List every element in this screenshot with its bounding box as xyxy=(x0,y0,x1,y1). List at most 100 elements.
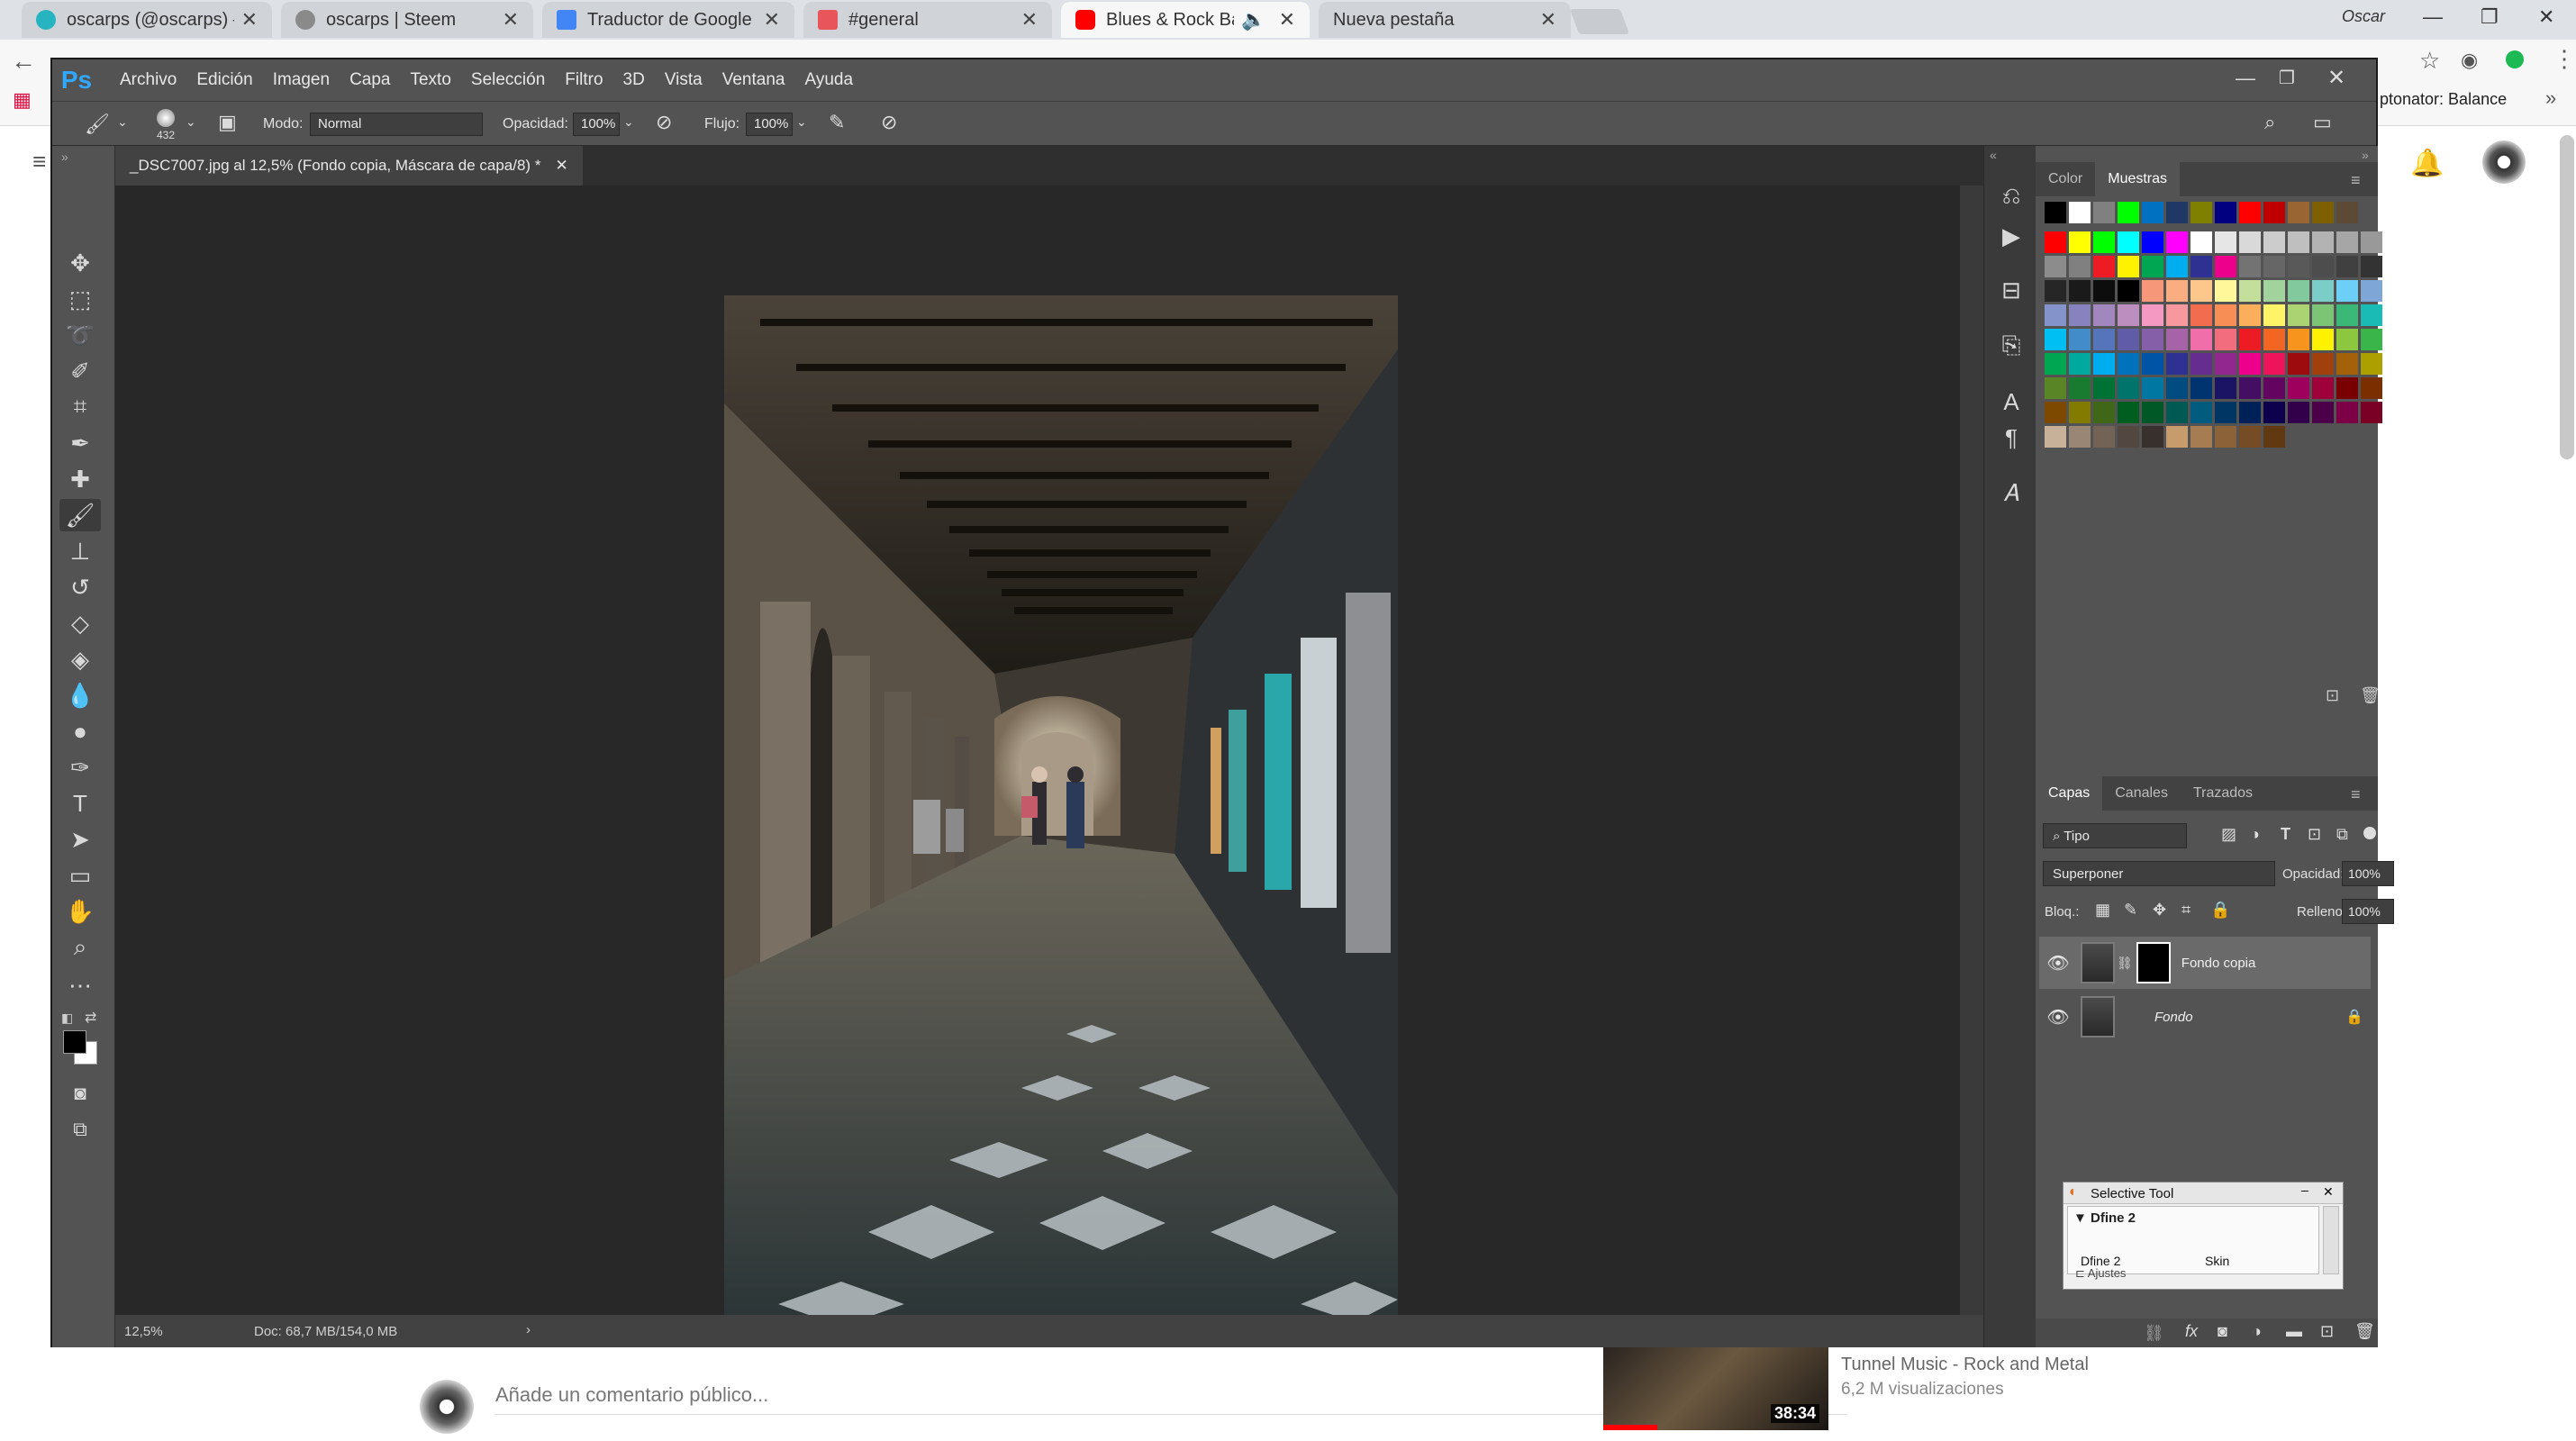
swatch[interactable] xyxy=(2118,353,2139,375)
ajustes-label[interactable]: ⊏ Ajustes xyxy=(2075,1266,2126,1281)
history-brush-tool-icon[interactable]: ↺ xyxy=(59,571,101,603)
quick-mask-icon[interactable]: ◙ xyxy=(59,1077,101,1110)
tab-canales[interactable]: Canales xyxy=(2102,776,2181,811)
swatch[interactable] xyxy=(2069,353,2091,375)
swatch[interactable] xyxy=(2263,426,2285,448)
minimize-icon[interactable]: — xyxy=(2423,5,2443,29)
swatch[interactable] xyxy=(2288,202,2309,223)
mode-select[interactable]: Normal xyxy=(310,113,483,136)
profile-label[interactable]: Oscar xyxy=(2342,7,2385,26)
pressure-size-icon[interactable]: ⊘ xyxy=(881,111,897,134)
swatch[interactable] xyxy=(2142,426,2163,448)
close-icon[interactable]: ✕ xyxy=(555,157,567,175)
swatch[interactable] xyxy=(2263,377,2285,399)
user-avatar[interactable] xyxy=(2482,140,2526,184)
notification-bell-icon[interactable]: 🔔 xyxy=(2410,148,2444,179)
swatch[interactable] xyxy=(2239,426,2261,448)
browser-tab[interactable]: Traductor de Google ✕ xyxy=(542,2,794,38)
swatch[interactable] xyxy=(2191,256,2212,277)
selective-titlebar[interactable]: ◐ Selective Tool – ✕ xyxy=(2064,1183,2343,1204)
stamp-tool-icon[interactable]: ⊥ xyxy=(59,535,101,567)
swatch[interactable] xyxy=(2093,256,2115,277)
swatch[interactable] xyxy=(2166,304,2188,326)
close-icon[interactable]: ✕ xyxy=(1279,8,1295,32)
menu-dots-icon[interactable]: ⋮ xyxy=(2553,45,2576,73)
browser-tab[interactable]: oscarps (@oscarps) — St ✕ xyxy=(22,2,272,38)
swatch[interactable] xyxy=(2142,304,2163,326)
swatch[interactable] xyxy=(2288,353,2309,375)
close-icon[interactable]: ✕ xyxy=(2323,1184,2334,1200)
swatch[interactable] xyxy=(2166,426,2188,448)
swatch[interactable] xyxy=(2045,280,2066,302)
layer-row-fondo[interactable]: 👁 Fondo 🔒 xyxy=(2039,991,2371,1043)
swatch[interactable] xyxy=(2093,426,2115,448)
pressure-opacity-icon[interactable]: ⊘ xyxy=(656,111,672,134)
close-icon[interactable]: ✕ xyxy=(503,8,519,32)
swatch[interactable] xyxy=(2142,202,2163,223)
panel-menu-icon[interactable]: ≡ xyxy=(2351,785,2361,804)
layer-name[interactable]: Fondo copia xyxy=(2181,956,2256,971)
swatch[interactable] xyxy=(2288,402,2309,423)
chevron-down-icon[interactable]: ⌄ xyxy=(117,114,128,130)
menu-vista[interactable]: Vista xyxy=(655,70,712,90)
swatch[interactable] xyxy=(2093,280,2115,302)
swatch[interactable] xyxy=(2361,280,2382,302)
swatch[interactable] xyxy=(2263,202,2285,223)
collapse-icon[interactable]: » xyxy=(2362,148,2369,162)
swatch[interactable] xyxy=(2288,329,2309,350)
swatch[interactable] xyxy=(2045,402,2066,423)
layer-filter-select[interactable]: ⌕ Tipo xyxy=(2043,823,2187,848)
swatch[interactable] xyxy=(2215,202,2236,223)
ps-close-icon[interactable]: ✕ xyxy=(2327,65,2345,91)
swatch[interactable] xyxy=(2191,329,2212,350)
ps-minimize-icon[interactable]: — xyxy=(2236,67,2255,90)
swatch[interactable] xyxy=(2093,231,2115,253)
swatch[interactable] xyxy=(2239,353,2261,375)
hamburger-icon[interactable]: ≡ xyxy=(32,148,46,176)
swatch[interactable] xyxy=(2215,231,2236,253)
swatch[interactable] xyxy=(2045,329,2066,350)
swatch[interactable] xyxy=(2069,304,2091,326)
lasso-tool-icon[interactable]: ➰ xyxy=(59,319,101,351)
eye-icon[interactable]: 👁 xyxy=(2046,1006,2070,1029)
eye-icon[interactable]: 👁 xyxy=(2046,952,2070,974)
blur-tool-icon[interactable]: 💧 xyxy=(59,679,101,711)
search-icon[interactable]: ⌕ xyxy=(2264,111,2275,134)
swatch[interactable] xyxy=(2263,304,2285,326)
swatch[interactable] xyxy=(2215,377,2236,399)
swatch[interactable] xyxy=(2142,353,2163,375)
swatch[interactable] xyxy=(2312,304,2334,326)
swatch[interactable] xyxy=(2093,304,2115,326)
flow-input[interactable]: 100% xyxy=(746,113,793,136)
swatch[interactable] xyxy=(2142,231,2163,253)
swatch[interactable] xyxy=(2093,329,2115,350)
pen-tool-icon[interactable]: ✑ xyxy=(59,751,101,784)
document-image[interactable] xyxy=(724,295,1398,1329)
swatch[interactable] xyxy=(2191,377,2212,399)
tab-muestras[interactable]: Muestras xyxy=(2095,162,2181,196)
swatch[interactable] xyxy=(2142,377,2163,399)
fx-icon[interactable]: fx xyxy=(2185,1322,2198,1341)
swatch[interactable] xyxy=(2069,426,2091,448)
swatch[interactable] xyxy=(2215,256,2236,277)
close-icon[interactable]: ✕ xyxy=(1021,8,1038,32)
menu-filtro[interactable]: Filtro xyxy=(555,70,612,90)
swatch[interactable] xyxy=(2336,329,2358,350)
comment-input[interactable]: Añade un comentario público... xyxy=(495,1383,768,1407)
lock-artboard-icon[interactable]: ⌗ xyxy=(2181,901,2191,920)
swatch[interactable] xyxy=(2361,304,2382,326)
brush-tool-icon[interactable]: 🖌 xyxy=(59,499,101,531)
collapse-icon[interactable]: » xyxy=(61,150,68,164)
swatch[interactable] xyxy=(2239,329,2261,350)
swatch[interactable] xyxy=(2288,280,2309,302)
selective-scrollbar[interactable] xyxy=(2323,1206,2339,1274)
chevron-right-icon[interactable]: » xyxy=(2545,86,2556,110)
path-select-tool-icon[interactable]: ➤ xyxy=(59,823,101,856)
eyedropper-tool-icon[interactable]: ✒ xyxy=(59,427,101,459)
brush-tip-icon[interactable] xyxy=(157,109,175,127)
swatch[interactable] xyxy=(2361,256,2382,277)
swatch[interactable] xyxy=(2263,280,2285,302)
swatch[interactable] xyxy=(2215,304,2236,326)
chevron-down-icon[interactable]: ⌄ xyxy=(623,114,634,130)
swatch[interactable] xyxy=(2361,329,2382,350)
